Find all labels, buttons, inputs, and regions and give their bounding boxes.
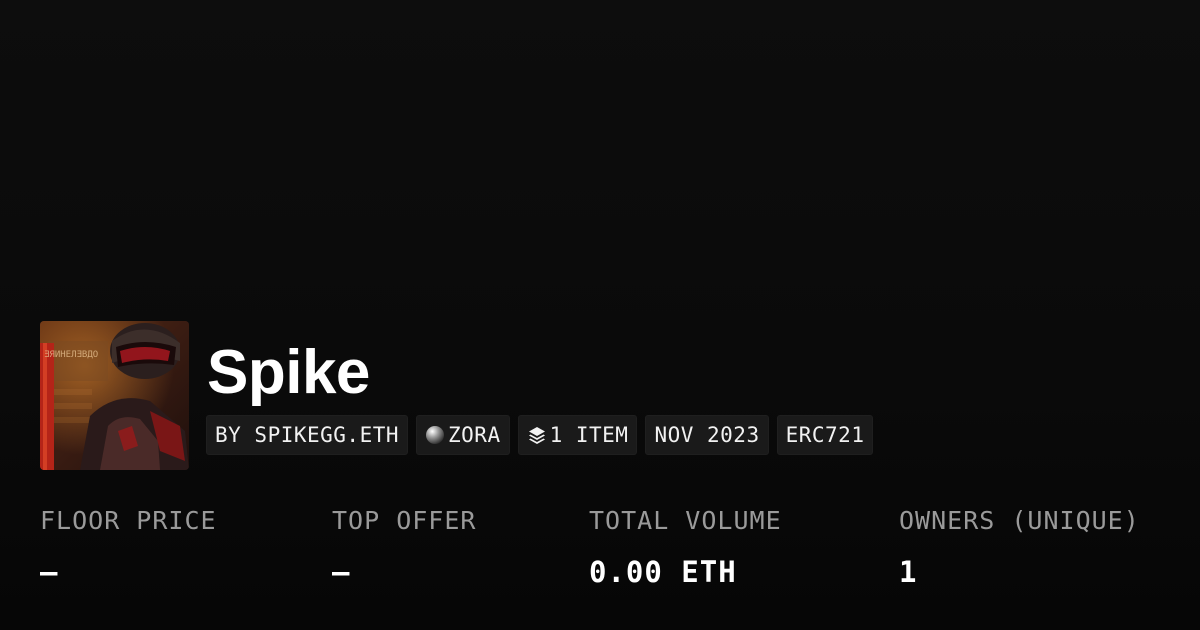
total-volume-value: 0.00 ETH	[589, 555, 737, 589]
floor-price-label: FLOOR PRICE	[40, 506, 217, 535]
standard-label: ERC721	[785, 423, 865, 447]
owners-stat: OWNERS (UNIQUE) 1	[899, 505, 1140, 589]
date-label: NOV 2023	[654, 423, 760, 447]
zora-orb-icon	[425, 425, 445, 445]
floor-price-stat: FLOOR PRICE –	[40, 505, 217, 589]
top-offer-stat: TOP OFFER –	[332, 505, 476, 589]
creator-tag[interactable]: BY SPIKEGG.ETH	[206, 415, 409, 455]
owners-value: 1	[899, 555, 918, 589]
chain-tag[interactable]: ZORA	[416, 415, 510, 455]
total-volume-stat: TOTAL VOLUME 0.00 ETH	[589, 505, 782, 589]
collection-title: Spike	[207, 338, 370, 407]
floor-price-value: –	[40, 555, 59, 589]
items-tag[interactable]: 1 ITEM	[517, 415, 638, 455]
layers-icon	[527, 425, 547, 445]
date-tag: NOV 2023	[645, 415, 769, 455]
collection-tags: BY SPIKEGG.ETH ZORA 1 ITEM NOV 2023 ERC7…	[206, 415, 874, 455]
top-offer-value: –	[332, 555, 351, 589]
creator-label: BY SPIKEGG.ETH	[215, 423, 400, 447]
top-offer-label: TOP OFFER	[332, 506, 477, 535]
chain-label: ZORA	[448, 423, 501, 447]
items-label: 1 ITEM	[549, 423, 629, 447]
svg-text:ƎЯИНЕЛƎВДО: ƎЯИНЕЛƎВДО	[44, 350, 98, 360]
collection-avatar: ƎЯИНЕЛƎВДО	[40, 321, 189, 470]
owners-label: OWNERS (UNIQUE)	[899, 506, 1140, 535]
standard-tag: ERC721	[776, 415, 874, 455]
total-volume-label: TOTAL VOLUME	[589, 506, 782, 535]
